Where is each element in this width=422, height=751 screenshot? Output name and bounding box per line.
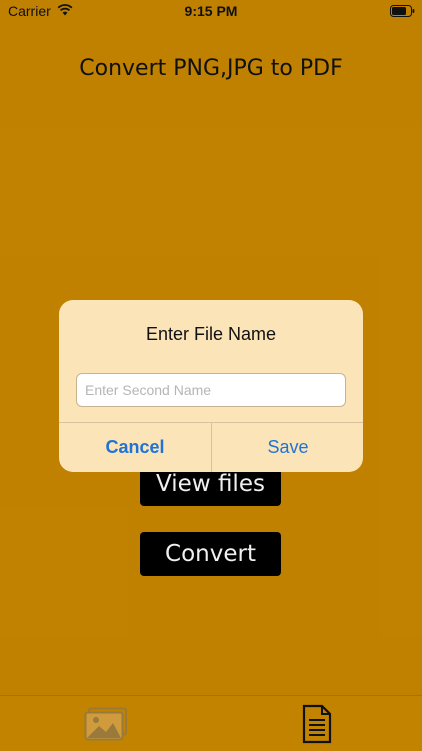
cancel-button[interactable]: Cancel — [59, 423, 211, 472]
document-icon[interactable] — [302, 704, 332, 744]
save-button[interactable]: Save — [212, 423, 363, 472]
images-icon[interactable] — [84, 707, 128, 741]
alert-title: Enter File Name — [145, 324, 277, 344]
file-name-alert: Enter File Name Cancel Save — [59, 300, 363, 472]
file-name-input[interactable] — [76, 373, 346, 407]
tab-bar — [0, 695, 422, 751]
